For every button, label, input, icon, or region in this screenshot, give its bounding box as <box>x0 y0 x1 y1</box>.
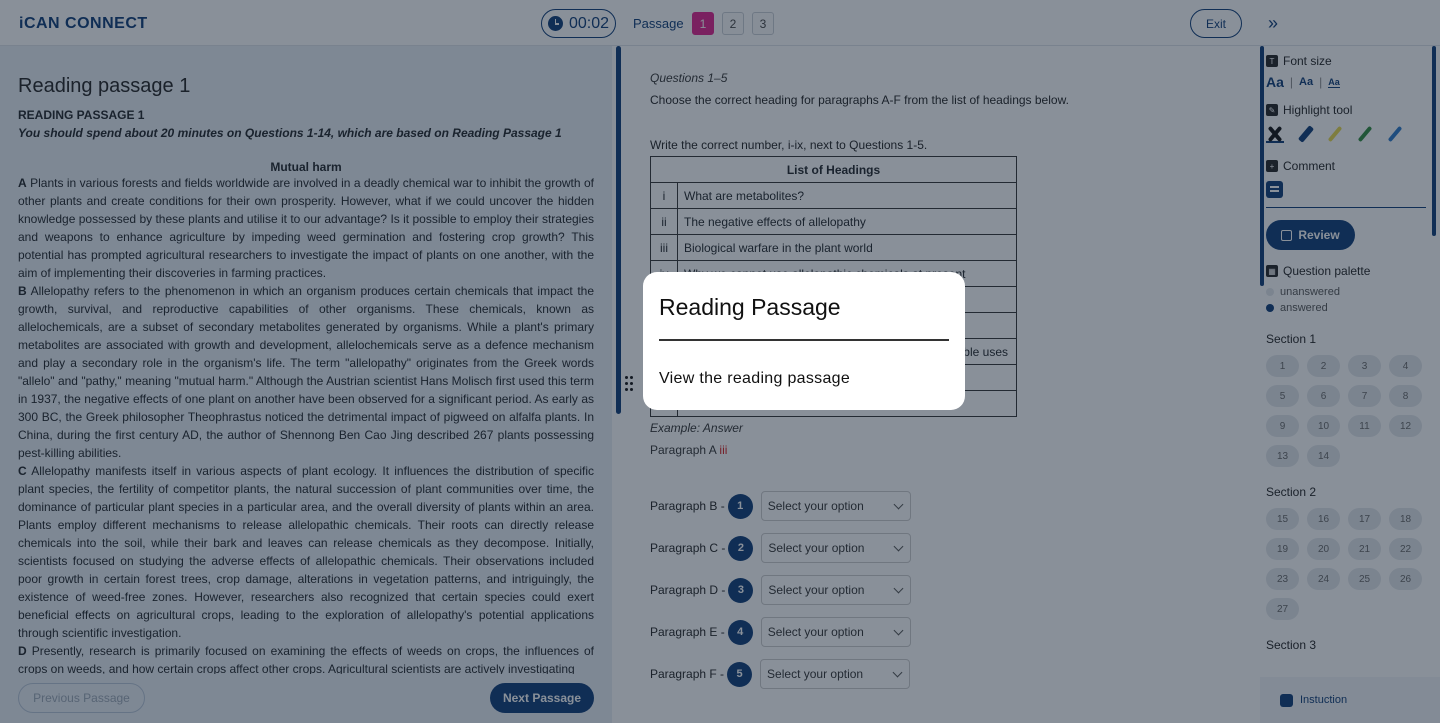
modal-title: Reading Passage <box>659 294 841 320</box>
view-reading-passage-link[interactable]: View the reading passage <box>659 370 850 388</box>
modal-divider <box>659 339 949 341</box>
reading-passage-modal: Reading Passage View the reading passage <box>643 272 965 410</box>
